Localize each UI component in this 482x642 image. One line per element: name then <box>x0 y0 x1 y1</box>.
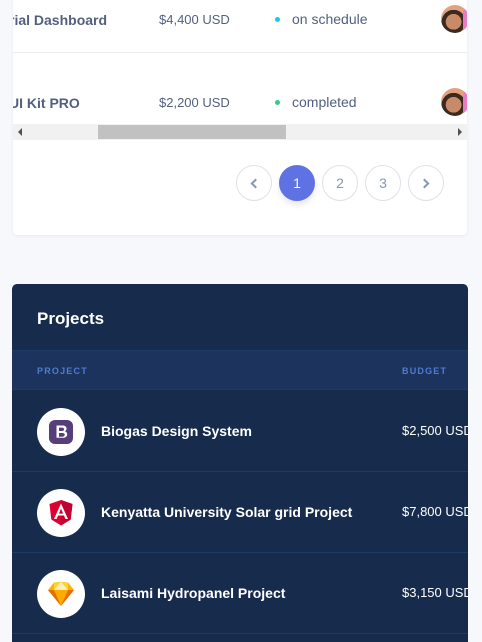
horizontal-scrollbar[interactable] <box>13 124 467 140</box>
project-budget: $2,200 USD <box>159 95 230 110</box>
scroll-right-icon[interactable] <box>458 128 462 136</box>
dark-projects-card: Projects PROJECT BUDGET Biogas Design Sy… <box>12 284 468 642</box>
light-projects-card: rial Dashboard $4,400 USD on schedule UI… <box>13 0 467 235</box>
project-name[interactable]: Laisami Hydropanel Project <box>101 585 285 601</box>
status-dot-icon <box>275 16 280 22</box>
chevron-left-icon <box>250 178 261 188</box>
avatar[interactable] <box>439 86 467 118</box>
angular-icon <box>37 489 85 537</box>
page-1-button[interactable]: 1 <box>279 165 315 201</box>
card-title: Projects <box>37 309 105 328</box>
table-row[interactable]: Kenyatta University Solar grid Project $… <box>12 472 468 553</box>
project-budget: $3,150 USD <box>402 585 468 600</box>
table-row[interactable]: Laisami Hydropanel Project $3,150 USD <box>12 553 468 634</box>
pagination: 1 2 3 <box>236 165 444 201</box>
avatar[interactable] <box>439 3 467 35</box>
pagination-prev-button[interactable] <box>236 165 272 201</box>
status-label: on schedule <box>292 11 368 27</box>
chevron-right-icon <box>419 178 430 188</box>
table-row[interactable]: Biogas Design System $2,500 USD <box>12 391 468 472</box>
column-header-project[interactable]: PROJECT <box>37 366 88 376</box>
bootstrap-icon <box>37 408 85 456</box>
status-dot-icon <box>275 99 280 105</box>
sketch-icon <box>37 570 85 618</box>
project-name[interactable]: Kenyatta University Solar grid Project <box>101 504 352 520</box>
status-badge: completed <box>275 94 357 110</box>
project-budget: $4,400 USD <box>159 12 230 27</box>
table-row[interactable]: rial Dashboard $4,400 USD on schedule <box>13 0 467 53</box>
project-name[interactable]: Biogas Design System <box>101 423 252 439</box>
page-3-button[interactable]: 3 <box>365 165 401 201</box>
status-badge: on schedule <box>275 11 368 27</box>
project-name[interactable]: UI Kit PRO <box>13 95 80 111</box>
pagination-next-button[interactable] <box>408 165 444 201</box>
project-budget: $7,800 USD <box>402 504 468 519</box>
table-row[interactable]: UI Kit PRO $2,200 USD completed <box>13 53 467 135</box>
column-header-budget[interactable]: BUDGET <box>402 366 447 376</box>
scroll-left-icon[interactable] <box>18 128 22 136</box>
status-label: completed <box>292 94 357 110</box>
table-header: PROJECT BUDGET <box>12 350 468 390</box>
scrollbar-thumb[interactable] <box>98 125 286 139</box>
project-name[interactable]: rial Dashboard <box>13 12 107 28</box>
project-budget: $2,500 USD <box>402 423 468 438</box>
page-2-button[interactable]: 2 <box>322 165 358 201</box>
